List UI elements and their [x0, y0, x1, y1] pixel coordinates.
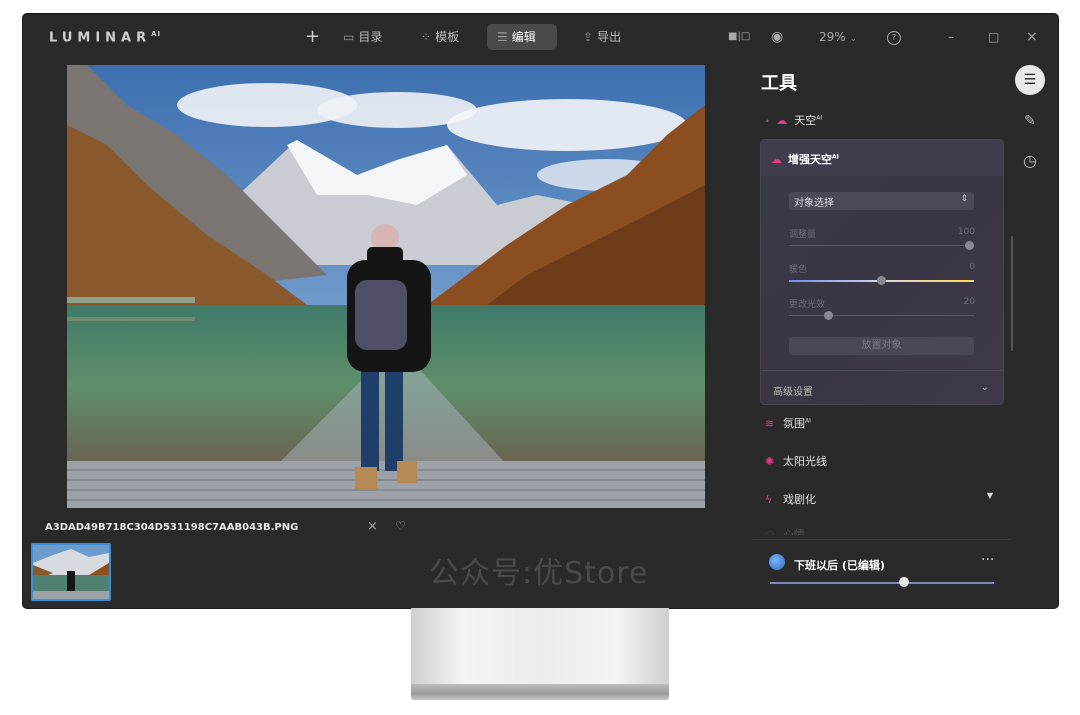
monitor-stand — [411, 608, 669, 686]
amount-value: 100 — [957, 227, 975, 237]
updown-arrow-icon: ⇕ — [960, 194, 968, 204]
tab-edit[interactable]: ☰ 编辑 — [487, 24, 557, 50]
main-photo[interactable] — [67, 65, 705, 508]
filmstrip-thumbnail[interactable] — [31, 543, 111, 601]
tab-templates[interactable]: ⁘ 模板 — [411, 24, 469, 50]
relight-label: 更改光效 — [789, 300, 826, 310]
more-options-button[interactable]: ··· — [981, 552, 994, 568]
warmth-value: 0 — [969, 262, 975, 272]
preset-avatar — [769, 554, 785, 570]
preset-amount-slider-knob[interactable] — [899, 577, 910, 587]
tool-sunrays[interactable]: ✺ 太阳光线 — [765, 453, 827, 469]
caret-down-icon: ▼ — [986, 491, 993, 500]
watermark-text: 公众号:优Store — [429, 556, 649, 591]
cloud-icon: ☁ — [771, 153, 782, 166]
tool-sky[interactable]: • ☁ 天空AI — [765, 112, 822, 128]
eye-icon[interactable]: ◉ — [771, 24, 783, 50]
app-logo: LUMINARAI — [49, 30, 162, 46]
amount-slider-track[interactable] — [789, 245, 974, 246]
preset-name: 下班以后 (已编辑) — [794, 559, 885, 572]
advanced-settings-row[interactable]: 高级设置 ⌄ — [761, 370, 1003, 405]
tab-export[interactable]: ⇪ 导出 — [573, 24, 631, 50]
thumbnail-canvas — [33, 545, 109, 599]
help-button[interactable]: ? — [887, 31, 901, 45]
photo-canvas — [67, 65, 705, 508]
file-name: A3DAD49B718C304D531198C7AAB043B.PNG — [45, 522, 299, 533]
history-clock-icon[interactable]: ◷ — [1015, 146, 1045, 176]
close-image-button[interactable]: × — [367, 519, 378, 534]
waves-icon: ≋ — [765, 417, 775, 430]
monitor-stand-base — [411, 684, 669, 700]
bullet-icon: • — [765, 117, 770, 126]
relight-slider-track[interactable] — [789, 315, 974, 316]
preset-amount-slider-track[interactable] — [770, 582, 994, 584]
mood-icon: ◠ — [765, 528, 775, 535]
add-button[interactable]: + — [295, 24, 330, 50]
sun-icon: ✺ — [765, 455, 775, 468]
zoom-select[interactable]: 29% ⌄ — [819, 24, 857, 50]
brush-icon[interactable]: ✎ — [1015, 106, 1045, 136]
place-object-button[interactable]: 放置对象 — [789, 337, 974, 355]
app-window: LUMINARAI + ▭ 目录 ⁘ 模板 ☰ 编辑 ⇪ 导出 ■|□ ◉ 29% ⌄ … — [23, 14, 1058, 608]
folder-icon: ▭ — [343, 30, 355, 44]
favorite-heart-icon[interactable]: ♡ — [395, 519, 406, 533]
sparkle-icon: ⁘ — [421, 30, 432, 44]
relight-slider-knob[interactable] — [824, 311, 833, 320]
sky-enhancer-card: ☁ 增强天空AI 对象选择 ⇕ 调整量 100 暖色 0 更改光效 20 放置对象… — [760, 139, 1004, 405]
close-button[interactable]: × — [1026, 24, 1038, 50]
lightning-icon: ϟ — [765, 493, 773, 506]
compare-icon[interactable]: ■|□ — [728, 24, 750, 50]
top-bar: LUMINARAI + ▭ 目录 ⁘ 模板 ☰ 编辑 ⇪ 导出 ■|□ ◉ 29% ⌄ … — [23, 14, 1058, 60]
tool-mood[interactable]: ◠ 心情 — [765, 526, 805, 535]
maximize-button[interactable]: □ — [988, 24, 999, 50]
tools-sliders-icon[interactable]: ☰ — [1015, 65, 1045, 95]
tool-atmosphere[interactable]: ≋ 氛围AI — [765, 415, 811, 431]
amount-label: 调整量 — [789, 230, 817, 240]
object-select-dropdown[interactable]: 对象选择 ⇕ — [789, 192, 974, 210]
chevron-down-icon: ⌄ — [980, 382, 989, 393]
warmth-label: 暖色 — [789, 265, 808, 275]
share-icon: ⇪ — [583, 30, 594, 44]
card-header[interactable]: ☁ 增强天空AI — [761, 140, 1003, 176]
relight-value: 20 — [963, 297, 975, 307]
tab-catalog[interactable]: ▭ 目录 — [333, 24, 392, 50]
preset-bar: 下班以后 (已编辑) ··· — [752, 539, 1010, 608]
warmth-slider-knob[interactable] — [877, 276, 886, 285]
sliders-icon: ☰ — [497, 30, 508, 44]
cloud-icon: ☁ — [776, 114, 788, 127]
panel-scrollbar[interactable] — [1011, 236, 1013, 351]
panel-title: 工具 — [761, 73, 797, 94]
chevron-down-icon: ⌄ — [849, 34, 858, 44]
minimize-button[interactable]: – — [948, 24, 954, 50]
tool-dramatic[interactable]: ϟ 戏剧化 ▼ — [765, 491, 993, 507]
amount-slider-knob[interactable] — [965, 241, 974, 250]
